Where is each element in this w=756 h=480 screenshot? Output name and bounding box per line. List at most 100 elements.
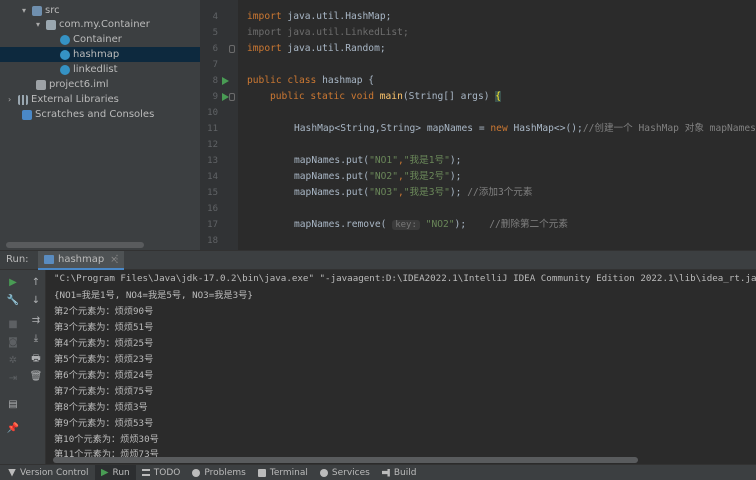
line-number: 9	[212, 92, 218, 102]
scratches-icon	[22, 109, 32, 120]
line-number: 13	[207, 156, 218, 166]
services-button[interactable]: Services	[314, 465, 376, 480]
arrow-down-icon[interactable]: ↓	[29, 294, 43, 308]
tool-label: Version Control	[20, 467, 89, 478]
chevron-right-icon[interactable]: ›	[8, 92, 18, 107]
layout-icon[interactable]: ▤	[6, 398, 20, 412]
terminal-icon	[257, 468, 266, 477]
more-options-icon[interactable]: ⋮	[112, 254, 122, 265]
exit-icon[interactable]: ⇥	[6, 372, 20, 386]
console-line: 第2个元素为：烦烦90号	[54, 306, 154, 317]
console-line: 第5个元素为：烦烦23号	[54, 354, 154, 365]
code-token: java.util.HashMap;	[281, 11, 392, 22]
code-token: (String[] args)	[402, 91, 496, 102]
fold-icon[interactable]	[229, 93, 235, 101]
chevron-down-icon[interactable]: ▾	[22, 3, 32, 18]
code-token: mapNames.put(	[294, 155, 370, 166]
code-token: "NO1"	[369, 155, 398, 166]
tool-label: Build	[393, 467, 417, 478]
todo-button[interactable]: TODO	[136, 465, 187, 480]
tool-label: Run	[112, 467, 130, 478]
version-control-button[interactable]: Version Control	[0, 465, 95, 480]
code-token: );	[454, 219, 490, 230]
scroll-to-end-icon[interactable]: ⤓	[29, 332, 43, 346]
problems-icon	[192, 468, 201, 477]
horizontal-scrollbar[interactable]	[6, 242, 144, 248]
console-line: 第4个元素为：烦烦25号	[54, 338, 154, 349]
code-line-17: mapNames.remove( key: "NO2"); //删除第二个元素	[294, 218, 568, 232]
java-class-icon	[60, 49, 70, 60]
run-main-icon[interactable]	[222, 93, 229, 101]
tool-label: Problems	[204, 467, 246, 478]
stop-icon[interactable]: ■	[6, 318, 20, 332]
tree-item-hashmap[interactable]: hashmap	[0, 47, 200, 62]
code-line-8: public class hashmap {	[247, 74, 374, 88]
module-file-icon	[36, 79, 46, 90]
console-line: 第10个元素为：烦烦30号	[54, 434, 159, 445]
line-number: 18	[207, 236, 218, 246]
console-output[interactable]: "C:\Program Files\Java\jdk-17.0.2\bin\ja…	[47, 270, 756, 464]
code-line-14: mapNames.put("NO2","我是2号");	[294, 170, 461, 184]
run-tab-hashmap[interactable]: hashmap ×	[38, 251, 124, 270]
tree-item-label: com.my.Container	[59, 19, 150, 30]
run-class-icon[interactable]	[222, 77, 229, 85]
fold-icon[interactable]	[229, 45, 235, 53]
tree-item-package[interactable]: ▾ com.my.Container	[36, 17, 150, 32]
tree-item-iml[interactable]: project6.iml	[36, 77, 109, 92]
trash-icon[interactable]: 🗑	[29, 370, 43, 384]
tree-item-label: src	[45, 5, 60, 16]
debug-icon[interactable]: ✲	[6, 354, 20, 368]
tree-item-linkedlist[interactable]: linkedlist	[60, 62, 118, 77]
code-token: HashMap<String,String> mapNames =	[294, 123, 491, 134]
code-token: "NO3"	[369, 187, 398, 198]
line-number: 16	[207, 204, 218, 214]
code-comment: //添加3个元素	[467, 187, 533, 198]
tree-item-src[interactable]: ▾ src	[22, 3, 60, 18]
code-token: new	[490, 123, 508, 134]
code-line-4: import java.util.HashMap;	[247, 10, 391, 24]
line-number: 12	[207, 140, 218, 150]
code-token: "NO2"	[369, 171, 398, 182]
build-button[interactable]: Build	[376, 465, 423, 480]
problems-button[interactable]: Problems	[186, 465, 251, 480]
tool-label: TODO	[153, 467, 181, 478]
code-token: main	[379, 91, 403, 102]
code-token: public class	[247, 75, 317, 86]
soft-wrap-icon[interactable]: ⇉	[29, 314, 43, 328]
tree-item-label: linkedlist	[73, 64, 118, 75]
horizontal-scrollbar[interactable]	[53, 457, 638, 463]
camera-icon[interactable]: ◙	[6, 336, 20, 350]
hammer-icon	[381, 468, 390, 477]
code-line-6: import java.util.Random;	[247, 42, 386, 56]
code-editor[interactable]: import java.util.HashMap; import java.ut…	[238, 0, 756, 250]
list-icon	[141, 469, 150, 476]
rerun-icon[interactable]: ▶	[6, 276, 20, 290]
run-button[interactable]: Run	[94, 464, 136, 480]
tree-item-label: Scratches and Consoles	[35, 109, 155, 120]
tree-item-external-libraries[interactable]: › External Libraries	[8, 92, 119, 107]
editor-gutter: 4 5 6 7 8 9 10 11 12 13 14 15 16 17 18	[200, 0, 238, 250]
console-line: 第6个元素为：烦烦24号	[54, 370, 154, 381]
run-toolbar-primary: ▶ 🔧 ■ ◙ ✲ ⇥ ▤ 📌	[0, 270, 26, 464]
tree-item-label: Container	[73, 34, 122, 45]
console-line: 第3个元素为：烦烦51号	[54, 322, 154, 333]
run-toolwindow-header: Run: hashmap × ⋮	[0, 250, 756, 270]
tree-item-label: project6.iml	[49, 79, 109, 90]
code-token: HashMap<>();	[507, 123, 583, 134]
tree-item-scratches[interactable]: Scratches and Consoles	[22, 107, 154, 122]
code-comment: //创建一个 HashMap 对象 mapNames	[582, 123, 756, 134]
code-token: mapNames.put(	[294, 171, 370, 182]
code-token: mapNames.put(	[294, 187, 370, 198]
chevron-down-icon[interactable]: ▾	[36, 17, 46, 32]
java-class-icon	[60, 34, 70, 45]
pin-icon[interactable]: 📌	[6, 422, 20, 436]
tree-item-container[interactable]: Container	[60, 32, 122, 47]
line-number: 7	[212, 60, 218, 70]
console-line: "C:\Program Files\Java\jdk-17.0.2\bin\ja…	[54, 273, 756, 284]
arrow-up-icon[interactable]: ↑	[29, 276, 43, 290]
print-icon[interactable]: 🖶	[29, 352, 43, 366]
wrench-icon[interactable]: 🔧	[6, 294, 20, 308]
run-tab-label: hashmap	[58, 254, 105, 265]
code-token: hashmap {	[316, 75, 375, 86]
terminal-button[interactable]: Terminal	[252, 465, 314, 480]
